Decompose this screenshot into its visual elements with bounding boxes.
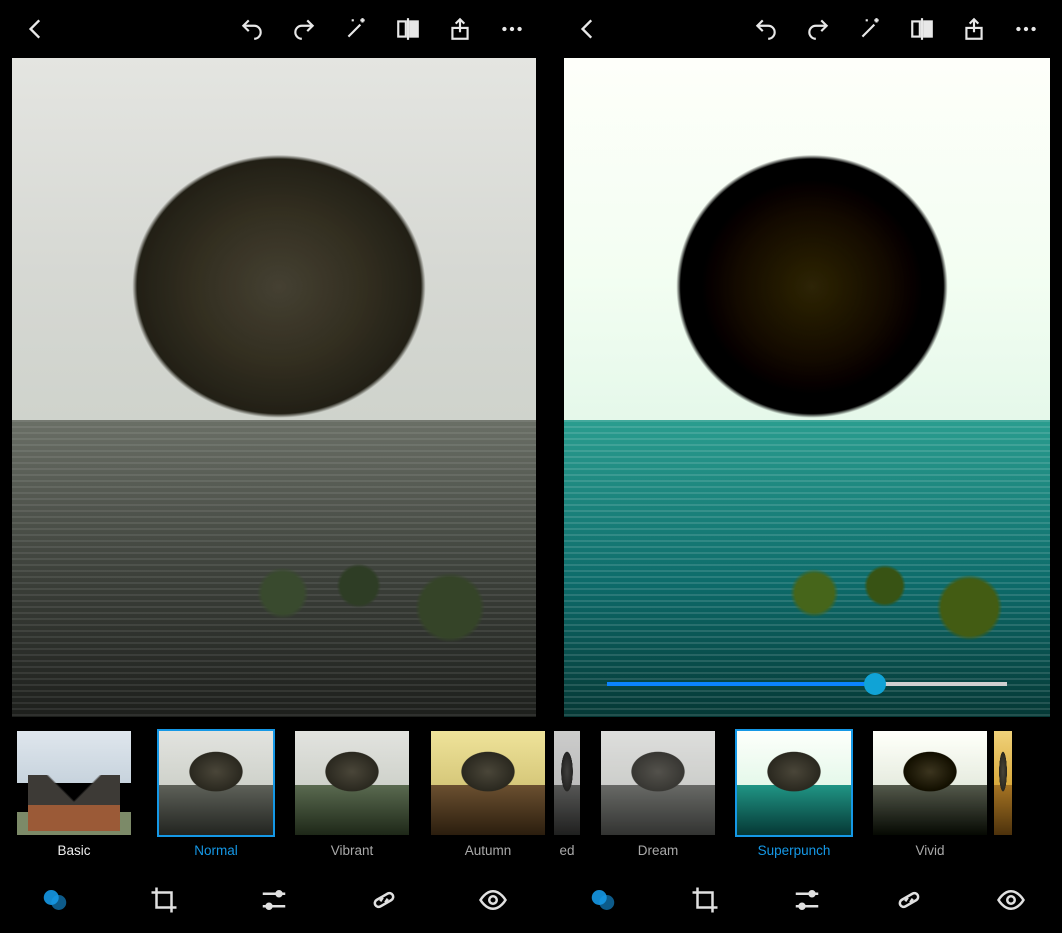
crop-tool[interactable] xyxy=(675,870,735,930)
looks-tool[interactable] xyxy=(25,870,85,930)
filter-label: Vivid xyxy=(915,843,944,858)
filter-tile-partial-left[interactable]: ed xyxy=(552,729,582,858)
filter-tile-partial-right[interactable] xyxy=(992,729,1014,837)
bottom-tool-bar xyxy=(0,867,548,933)
editor-screen-right: ed Dream Superpunch Vivid xyxy=(548,0,1062,933)
redeye-tool[interactable] xyxy=(463,870,523,930)
filter-label: ed xyxy=(559,843,574,858)
filter-thumbnails[interactable]: ed Dream Superpunch Vivid xyxy=(552,717,1062,867)
adjust-tool[interactable] xyxy=(244,870,304,930)
filter-tile-autumn[interactable]: Autumn xyxy=(428,729,548,858)
compare-button[interactable] xyxy=(900,7,944,51)
heal-tool[interactable] xyxy=(879,870,939,930)
back-button[interactable] xyxy=(14,7,58,51)
share-button[interactable] xyxy=(952,7,996,51)
main-photo xyxy=(564,58,1050,717)
filter-label: Vibrant xyxy=(331,843,374,858)
filter-label: Dream xyxy=(638,843,679,858)
filter-label: Autumn xyxy=(465,843,512,858)
slider-thumb[interactable] xyxy=(864,673,886,695)
editor-screen-left: Basic Normal Vibrant Autumn xyxy=(0,0,548,933)
back-button[interactable] xyxy=(566,7,610,51)
filter-tile-dream[interactable]: Dream xyxy=(598,729,718,858)
heal-tool[interactable] xyxy=(354,870,414,930)
auto-enhance-button[interactable] xyxy=(848,7,892,51)
looks-tool[interactable] xyxy=(573,870,633,930)
undo-button[interactable] xyxy=(744,7,788,51)
photo-canvas[interactable] xyxy=(552,58,1062,717)
redeye-tool[interactable] xyxy=(981,870,1041,930)
redo-button[interactable] xyxy=(796,7,840,51)
crop-tool[interactable] xyxy=(134,870,194,930)
slider-fill xyxy=(607,682,875,686)
filter-tile-normal[interactable]: Normal xyxy=(156,729,276,858)
more-button[interactable] xyxy=(490,7,534,51)
filter-intensity-slider[interactable] xyxy=(607,673,1007,695)
redo-button[interactable] xyxy=(282,7,326,51)
top-toolbar xyxy=(0,0,548,58)
category-label: Basic xyxy=(57,843,90,858)
share-button[interactable] xyxy=(438,7,482,51)
adjust-tool[interactable] xyxy=(777,870,837,930)
slider-track xyxy=(607,682,1007,686)
photo-canvas[interactable] xyxy=(0,58,548,717)
filter-category-basic[interactable]: Basic xyxy=(14,729,134,858)
filter-label: Superpunch xyxy=(758,843,831,858)
top-toolbar xyxy=(552,0,1062,58)
auto-enhance-button[interactable] xyxy=(334,7,378,51)
bottom-tool-bar xyxy=(552,867,1062,933)
filter-label: Normal xyxy=(194,843,238,858)
filter-tile-vibrant[interactable]: Vibrant xyxy=(292,729,412,858)
undo-button[interactable] xyxy=(230,7,274,51)
more-button[interactable] xyxy=(1004,7,1048,51)
filter-thumbnails[interactable]: Basic Normal Vibrant Autumn xyxy=(0,717,548,867)
compare-button[interactable] xyxy=(386,7,430,51)
main-photo xyxy=(12,58,536,717)
filter-tile-superpunch[interactable]: Superpunch xyxy=(734,729,854,858)
filter-tile-vivid[interactable]: Vivid xyxy=(870,729,990,858)
